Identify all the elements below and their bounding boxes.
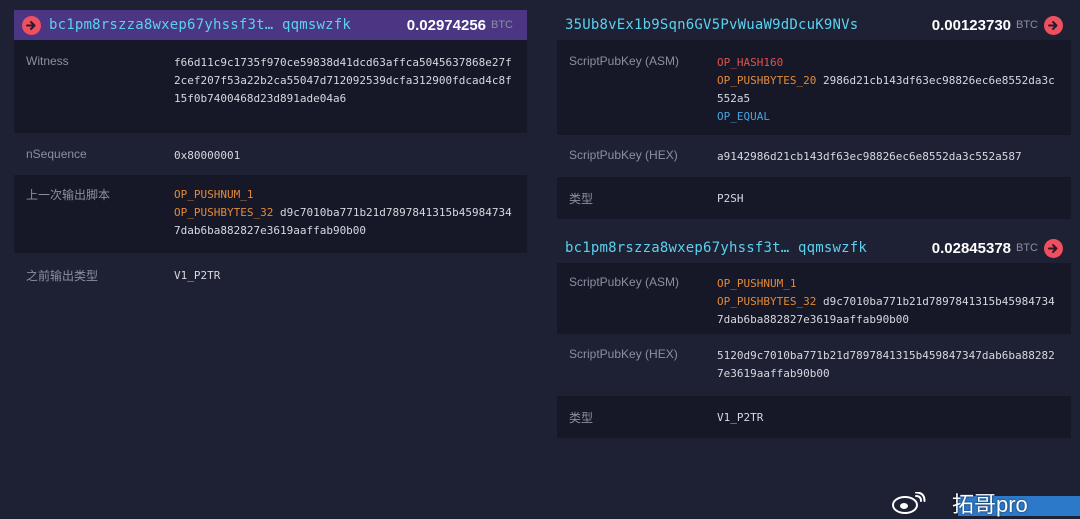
output-asm-label-1: ScriptPubKey (ASM) <box>569 275 717 334</box>
prev-script-row: 上一次输出脚本 OP_PUSHNUM_1 OP_PUSHBYTES_32 d9c… <box>14 175 527 253</box>
prev-type-label: 之前输出类型 <box>26 267 174 295</box>
output-header-1[interactable]: bc1pm8rszza8wxep67yhssf3t… qqmswzfk 0.02… <box>557 233 1071 263</box>
input-address-link[interactable]: bc1pm8rszza8wxep67yhssf3t… qqmswzfk <box>49 17 399 33</box>
output-type-row-0: 类型 P2SH <box>557 177 1071 219</box>
output-asm-op1-1: OP_PUSHNUM_1 <box>717 277 796 290</box>
output-asm-op2-1: OP_PUSHBYTES_32 <box>717 295 816 308</box>
output-hex-label-0: ScriptPubKey (HEX) <box>569 148 717 177</box>
output-address-link-0[interactable]: 35Ub8vEx1b9Sqn6GV5PvWuaW9dDcuK9NVs <box>565 17 924 33</box>
output-hex-value-0: a9142986d21cb143df63ec98826ec6e8552da3c5… <box>717 148 1059 177</box>
output-asm-row-1: ScriptPubKey (ASM) OP_PUSHNUM_1 OP_PUSHB… <box>557 263 1071 334</box>
watermark-text: 拓哥pro <box>952 487 1028 519</box>
output-amount-1: 0.02845378 <box>932 240 1011 257</box>
output-asm-op2-0: OP_PUSHBYTES_20 <box>717 74 816 87</box>
prev-script-op1: OP_PUSHNUM_1 <box>174 188 253 201</box>
output-type-value-0: P2SH <box>717 190 1059 219</box>
output-hex-value-1: 5120d9c7010ba771b21d7897841315b459847347… <box>717 347 1059 396</box>
output-asm-label-0: ScriptPubKey (ASM) <box>569 54 717 135</box>
input-column: bc1pm8rszza8wxep67yhssf3t… qqmswzfk 0.02… <box>14 0 527 295</box>
prev-script-label: 上一次输出脚本 <box>26 186 174 253</box>
output-amount-0: 0.00123730 <box>932 17 1011 34</box>
output-asm-op1-0: OP_HASH160 <box>717 56 783 69</box>
output-type-label-0: 类型 <box>569 190 717 219</box>
witness-label: Witness <box>26 54 174 133</box>
nsequence-row: nSequence 0x80000001 <box>14 133 527 175</box>
output-type-label-1: 类型 <box>569 409 717 438</box>
nsequence-label: nSequence <box>26 147 174 175</box>
witness-row: Witness f66d11c9c1735f970ce59838d41dcd63… <box>14 40 527 133</box>
input-header[interactable]: bc1pm8rszza8wxep67yhssf3t… qqmswzfk 0.02… <box>14 10 527 40</box>
output-asm-op3-0: OP_EQUAL <box>717 110 770 123</box>
input-amount: 0.02974256 <box>407 17 486 34</box>
prev-script-op2: OP_PUSHBYTES_32 <box>174 206 273 219</box>
output-type-value-1: V1_P2TR <box>717 409 1059 438</box>
arrow-right-circle-icon[interactable] <box>1044 239 1063 258</box>
output-hex-row-1: ScriptPubKey (HEX) 5120d9c7010ba771b21d7… <box>557 334 1071 396</box>
output-amount-unit-1: BTC <box>1016 242 1038 254</box>
weibo-icon <box>890 492 926 514</box>
watermark: 拓哥pro <box>946 490 1080 516</box>
output-column: 35Ub8vEx1b9Sqn6GV5PvWuaW9dDcuK9NVs 0.001… <box>557 0 1071 438</box>
prev-type-value: V1_P2TR <box>174 267 515 295</box>
output-hex-row-0: ScriptPubKey (HEX) a9142986d21cb143df63e… <box>557 135 1071 177</box>
output-amount-unit-0: BTC <box>1016 19 1038 31</box>
output-asm-value-1: OP_PUSHNUM_1 OP_PUSHBYTES_32 d9c7010ba77… <box>717 275 1059 334</box>
output-type-row-1: 类型 V1_P2TR <box>557 396 1071 438</box>
witness-value: f66d11c9c1735f970ce59838d41dcd63affca504… <box>174 54 515 133</box>
prev-type-row: 之前输出类型 V1_P2TR <box>14 253 527 295</box>
output-hex-label-1: ScriptPubKey (HEX) <box>569 347 717 396</box>
output-asm-row-0: ScriptPubKey (ASM) OP_HASH160 OP_PUSHBYT… <box>557 40 1071 135</box>
input-amount-unit: BTC <box>491 19 513 31</box>
prev-script-value: OP_PUSHNUM_1 OP_PUSHBYTES_32 d9c7010ba77… <box>174 186 515 253</box>
arrow-right-circle-icon[interactable] <box>22 16 41 35</box>
nsequence-value: 0x80000001 <box>174 147 515 175</box>
output-address-link-1[interactable]: bc1pm8rszza8wxep67yhssf3t… qqmswzfk <box>565 240 924 256</box>
arrow-right-circle-icon[interactable] <box>1044 16 1063 35</box>
output-header-0[interactable]: 35Ub8vEx1b9Sqn6GV5PvWuaW9dDcuK9NVs 0.001… <box>557 10 1071 40</box>
output-asm-value-0: OP_HASH160 OP_PUSHBYTES_20 2986d21cb143d… <box>717 54 1059 135</box>
